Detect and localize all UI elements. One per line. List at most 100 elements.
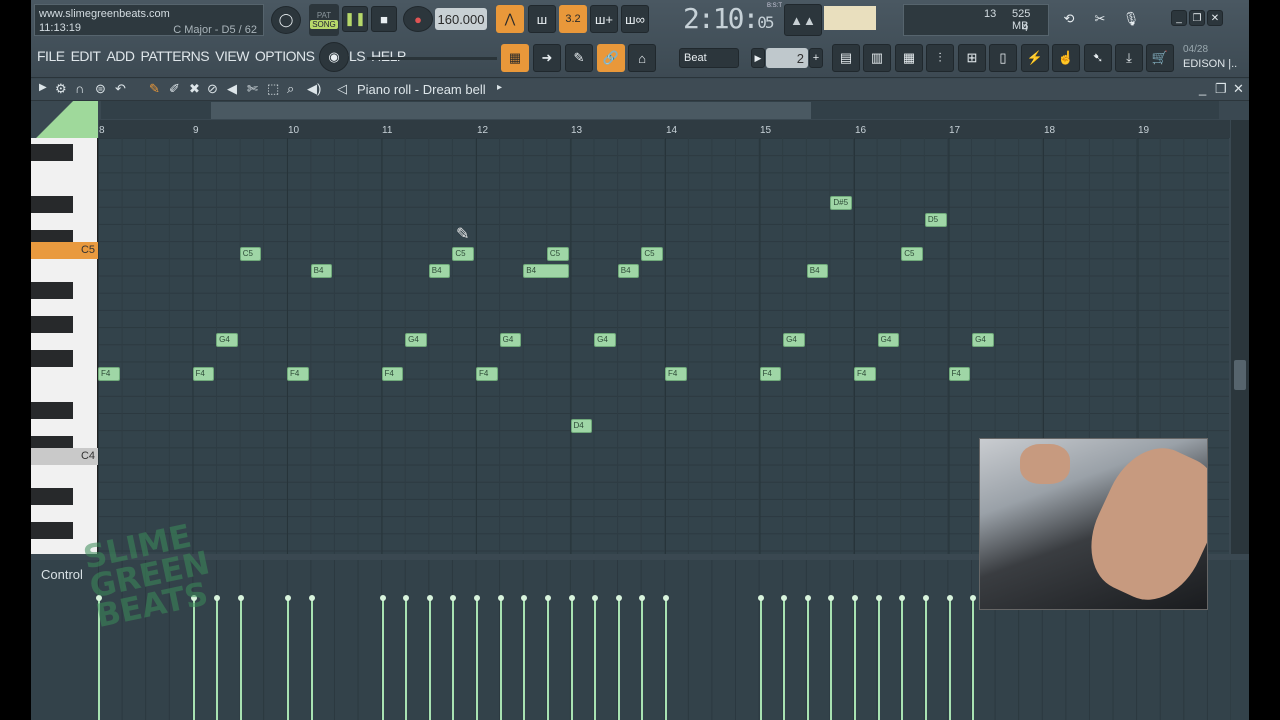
vertical-scrollbar[interactable] (1231, 120, 1249, 554)
black-key[interactable] (31, 282, 73, 299)
velocity-bar[interactable] (852, 595, 858, 720)
undo-icon[interactable]: ⟲ (1056, 6, 1082, 32)
note-g4[interactable]: G4 (216, 333, 238, 347)
note-c5[interactable]: C5 (239, 247, 262, 261)
menu-edit[interactable]: EDIT (71, 48, 101, 64)
magnet-icon[interactable]: ∩ (75, 81, 84, 96)
velocity-bar[interactable] (544, 595, 551, 720)
marker-icon[interactable]: ➷ (1084, 44, 1112, 72)
step-left-icon[interactable]: ▶ (751, 48, 765, 68)
velocity-bar[interactable] (757, 595, 764, 720)
piano-roll-icon[interactable]: ▦ (501, 44, 529, 72)
menu-file[interactable]: FILE (37, 48, 65, 64)
delete-icon[interactable]: ✖ (189, 81, 200, 97)
master-pitch-knob[interactable]: ◉ (319, 42, 349, 72)
microphone-icon[interactable]: 🎙 (1118, 6, 1144, 32)
velocity-bar[interactable] (804, 595, 811, 720)
arrow-icon[interactable]: ➜ (533, 44, 561, 72)
tempo-display[interactable]: 160.000 (435, 8, 487, 30)
key-c5[interactable]: C5 (31, 242, 98, 259)
note-ds5[interactable]: D#5 (830, 196, 852, 210)
note-f4[interactable]: F4 (948, 367, 971, 381)
black-key[interactable] (31, 488, 73, 505)
note-f4[interactable]: F4 (476, 367, 498, 381)
velocity-bar[interactable] (946, 595, 953, 720)
velocity-bar[interactable] (521, 595, 528, 720)
step-value[interactable]: 2 (766, 48, 808, 68)
note-g4[interactable]: G4 (783, 333, 805, 347)
speaker-mute-icon[interactable]: ◀ (227, 81, 237, 97)
note-g4[interactable]: G4 (405, 333, 427, 347)
black-key[interactable] (31, 144, 73, 161)
mixer-icon[interactable]: ⫶ (926, 44, 954, 72)
black-key[interactable] (31, 350, 73, 367)
step-add-icon[interactable]: + (809, 48, 823, 68)
timeline-ruler[interactable]: 8 9 10 11 12 13 14 15 16 17 18 19 (99, 120, 1230, 138)
velocity-bar[interactable] (639, 595, 646, 720)
velocity-bar[interactable] (379, 595, 386, 720)
zoom-icon[interactable]: ⌕ (287, 81, 294, 97)
undo-small-icon[interactable]: ↶ (115, 81, 126, 97)
note-c5[interactable]: C5 (452, 247, 474, 261)
black-key[interactable] (31, 402, 73, 419)
menu-options[interactable]: OPTIONS (255, 48, 315, 64)
pitch-slider[interactable] (367, 57, 497, 60)
metronome-icon[interactable]: ⋀ (496, 5, 524, 33)
pr-minimize-icon[interactable]: _ (1199, 81, 1206, 96)
note-f4[interactable]: F4 (381, 367, 404, 381)
paint-icon[interactable]: ✐ (169, 81, 180, 97)
select-icon[interactable]: ⬚ (267, 81, 279, 97)
menu-view[interactable]: VIEW (215, 48, 249, 64)
pause-button[interactable]: ❚❚ (342, 6, 368, 32)
playlist-icon[interactable]: ▤ (832, 44, 860, 72)
stamp-icon[interactable]: ⊜ (95, 81, 106, 97)
wrench-icon[interactable]: ⚙ (55, 81, 67, 97)
velocity-bar[interactable] (663, 595, 669, 720)
velocity-bar[interactable] (568, 595, 575, 720)
plugin-icon[interactable]: ⚡ (1021, 44, 1049, 72)
note-d4[interactable]: D4 (570, 419, 593, 433)
velocity-bar[interactable] (875, 595, 882, 720)
piano-keyboard[interactable]: C5 C4 (31, 138, 98, 554)
note-g4[interactable]: G4 (972, 333, 994, 347)
title-arrow-icon[interactable]: ▸ (497, 82, 502, 93)
pr-restore-icon[interactable]: ❐ (1215, 81, 1227, 97)
stop-button[interactable]: ■ (371, 6, 397, 32)
pr-close-icon[interactable]: ✕ (1233, 81, 1244, 97)
overview-window[interactable] (211, 102, 811, 119)
key-c4[interactable]: C4 (31, 448, 98, 465)
master-volume-knob[interactable]: ◯ (271, 6, 301, 34)
velocity-bar[interactable] (899, 595, 906, 720)
note-c5[interactable]: C5 (641, 247, 663, 261)
minimize-icon[interactable]: _ (1171, 10, 1187, 26)
pat-song-toggle[interactable]: PAT SONG (309, 4, 339, 36)
brush-icon[interactable]: ✎ (565, 44, 593, 72)
velocity-bar[interactable] (615, 595, 622, 720)
note-g4[interactable]: G4 (594, 333, 616, 347)
restore-icon[interactable]: ❐ (1189, 10, 1205, 26)
zoom-corner[interactable] (31, 101, 98, 138)
mute-icon[interactable]: ⊘ (207, 81, 218, 97)
scroll-thumb[interactable] (1234, 360, 1246, 390)
record-button[interactable]: ● (403, 6, 433, 32)
menu-help[interactable]: HELP (371, 48, 406, 64)
note-g4[interactable]: G4 (499, 333, 522, 347)
file-icon[interactable]: ▯ (989, 44, 1017, 72)
browser-icon[interactable]: ⊞ (958, 44, 986, 72)
note-f4[interactable]: F4 (759, 367, 782, 381)
black-key[interactable] (31, 316, 73, 333)
step-sequencer-icon[interactable]: ▥ (863, 44, 891, 72)
channel-rack-icon[interactable]: ▦ (895, 44, 923, 72)
velocity-bar[interactable] (474, 595, 480, 720)
cart-icon[interactable]: 🛒 (1146, 44, 1174, 72)
note-b4[interactable]: B4 (806, 264, 829, 278)
note-b4[interactable]: B4 (310, 264, 333, 278)
velocity-bar[interactable] (426, 595, 433, 720)
velocity-bar[interactable] (922, 595, 929, 720)
note-c5[interactable]: C5 (546, 247, 569, 261)
playback-icon[interactable]: ◀) (307, 81, 321, 97)
black-key[interactable] (31, 196, 73, 213)
touch-icon[interactable]: ☝ (1052, 44, 1080, 72)
velocity-bar[interactable] (403, 595, 410, 720)
note-d5[interactable]: D5 (924, 213, 947, 227)
